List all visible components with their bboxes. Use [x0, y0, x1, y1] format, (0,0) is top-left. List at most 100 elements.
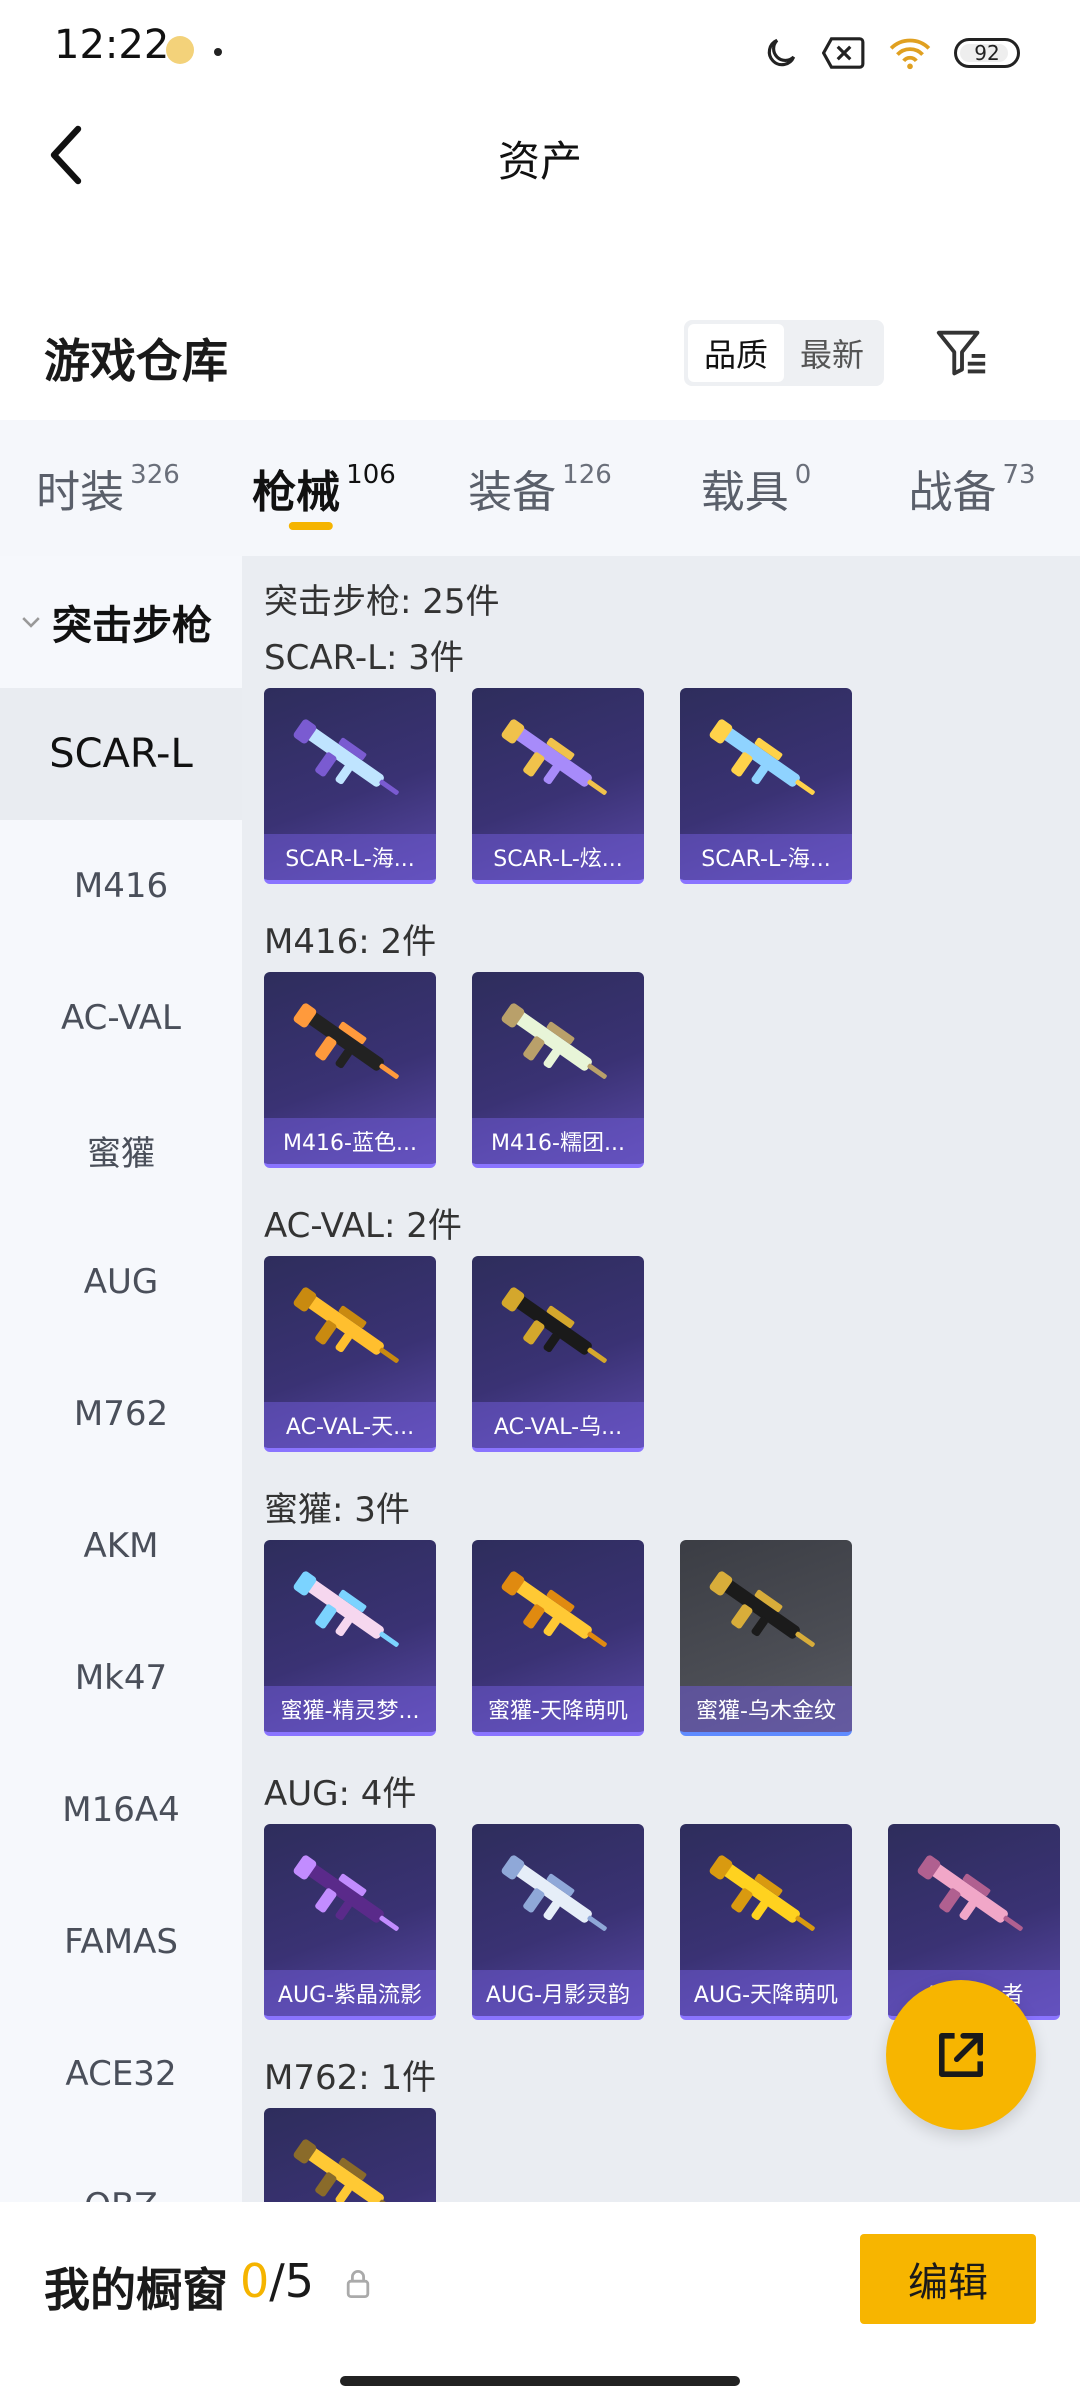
chevron-down-icon [18, 609, 44, 635]
sort-option-newest[interactable]: 最新 [784, 324, 880, 382]
tab-active-indicator [288, 522, 333, 530]
weapon-skin-name: M416-蓝色... [264, 1118, 436, 1164]
sidebar-item[interactable]: M16A4 [0, 1744, 242, 1876]
tab-3[interactable]: 载具 0 [648, 420, 864, 556]
rifle-icon [472, 688, 644, 838]
share-external-icon [939, 2033, 983, 2077]
lock-icon [346, 2270, 370, 2298]
sidebar-item[interactable]: QBZ [0, 2140, 242, 2202]
title-bar: 资产 [0, 100, 1080, 210]
rifle-icon [264, 2108, 436, 2202]
tab-count: 326 [130, 460, 180, 490]
weapon-skin-name: AUG-月影灵韵 [472, 1970, 644, 2016]
group-heading: AC-VAL: 2件 [264, 1206, 462, 1246]
weapon-skin-name: 蜜獾-精灵梦... [264, 1686, 436, 1732]
tab-count: 0 [794, 460, 812, 490]
status-time: 12:22 [54, 22, 170, 68]
weapon-skin-card[interactable]: M762-... [264, 2108, 436, 2202]
tab-1[interactable]: 枪械 106 [216, 420, 432, 556]
filter-button[interactable] [930, 322, 994, 386]
rifle-icon [264, 1540, 436, 1690]
sidebar-item[interactable]: Mk47 [0, 1612, 242, 1744]
sidebar-item[interactable]: SCAR-L [0, 688, 242, 820]
rifle-icon [888, 1824, 1060, 1974]
section-title: 突击步枪: 25件 [264, 582, 500, 622]
weapon-skin-name: SCAR-L-海... [680, 834, 852, 880]
sidebar-item[interactable]: ACE32 [0, 2008, 242, 2140]
showcase-label: 我的橱窗 [44, 2263, 228, 2317]
rifle-icon [472, 1540, 644, 1690]
sidebar-item[interactable]: AKM [0, 1480, 242, 1612]
weapon-skin-name: 蜜獾-乌木金纹 [680, 1686, 852, 1732]
weapon-skin-card[interactable]: M416-蓝色... [264, 972, 436, 1168]
filter-list-icon [936, 330, 986, 376]
sidebar-item[interactable]: AUG [0, 1216, 242, 1348]
home-indicator [340, 2376, 740, 2386]
weapon-skin-card[interactable]: SCAR-L-海... [680, 688, 852, 884]
sidebar-group-label: 突击步枪 [52, 603, 212, 649]
sidebar-item[interactable]: AC-VAL [0, 952, 242, 1084]
weapon-skin-card[interactable]: AC-VAL-天... [264, 1256, 436, 1452]
rifle-icon [264, 972, 436, 1122]
weapon-skin-card[interactable]: SCAR-L-海... [264, 688, 436, 884]
showcase-total: /5 [269, 2254, 315, 2308]
moon-icon [767, 38, 796, 67]
edit-button[interactable]: 编辑 [860, 2234, 1036, 2324]
tab-label: 枪械 [252, 467, 341, 518]
rifle-icon [472, 1824, 644, 1974]
rifle-icon [264, 1256, 436, 1406]
showcase-current: 0 [240, 2254, 270, 2308]
weapon-skin-name: SCAR-L-炫... [472, 834, 644, 880]
weapon-skin-card[interactable]: 蜜獾-乌木金纹 [680, 1540, 852, 1736]
group-heading: 蜜獾: 3件 [264, 1490, 410, 1530]
battery-icon: 92 [954, 38, 1020, 68]
tab-2[interactable]: 装备 126 [432, 420, 648, 556]
group-heading: AUG: 4件 [264, 1774, 417, 1814]
sidebar-group-assault-rifles[interactable]: 突击步枪 [0, 556, 242, 688]
rifle-icon [264, 688, 436, 838]
weapon-skin-card[interactable]: AUG-天降萌叽 [680, 1824, 852, 2020]
rifle-icon [472, 1256, 644, 1406]
weapon-type-sidebar: 突击步枪 SCAR-L M416 AC-VAL 蜜獾 AUG M762 AKM Mk47 M16… [0, 556, 242, 2202]
page-title: 资产 [497, 137, 582, 186]
status-icons: 92 [762, 28, 1020, 78]
tab-4[interactable]: 战备 73 [864, 420, 1080, 556]
notification-dot-icon [214, 48, 222, 56]
tab-count: 106 [346, 460, 396, 490]
sidebar-item[interactable]: FAMAS [0, 1876, 242, 2008]
weapon-skin-card[interactable]: SCAR-L-炫... [472, 688, 644, 884]
weapon-skin-card[interactable]: M416-糯团... [472, 972, 644, 1168]
weapon-skin-card[interactable]: AUG-紫晶流影 [264, 1824, 436, 2020]
tab-label: 时装 [36, 467, 125, 518]
group-heading: M762: 1件 [264, 2058, 437, 2098]
weapon-skin-card[interactable]: AUG-月影灵韵 [472, 1824, 644, 2020]
weapon-skin-name: AC-VAL-天... [264, 1402, 436, 1448]
tab-0[interactable]: 时装 326 [0, 420, 216, 556]
weapon-skin-name: M416-糯团... [472, 1118, 644, 1164]
share-button[interactable] [886, 1980, 1036, 2130]
weapon-skin-card[interactable]: 蜜獾-天降萌叽 [472, 1540, 644, 1736]
sort-option-quality[interactable]: 品质 [688, 324, 784, 382]
weapon-skin-card[interactable]: AC-VAL-乌... [472, 1256, 644, 1452]
tab-count: 126 [562, 460, 612, 490]
weapon-skin-name: AC-VAL-乌... [472, 1402, 644, 1448]
sidebar-item[interactable]: M762 [0, 1348, 242, 1480]
sidebar-item[interactable]: M416 [0, 820, 242, 952]
tab-count: 73 [1002, 460, 1036, 490]
warehouse-title: 游戏仓库 [44, 334, 228, 388]
warehouse-header: 游戏仓库 品质 最新 [0, 300, 1080, 410]
group-heading: SCAR-L: 3件 [264, 638, 464, 678]
sim-off-icon [822, 37, 865, 69]
app-notification-icon [166, 36, 194, 64]
rifle-icon [264, 1824, 436, 1974]
category-tabs: 时装 326 枪械 106 装备 126 载具 0 战备 73 [0, 420, 1080, 556]
weapon-skin-name: AUG-紫晶流影 [264, 1970, 436, 2016]
status-bar: 12:22 92 [0, 0, 1080, 100]
rifle-icon [680, 1824, 852, 1974]
wifi-icon [889, 38, 931, 70]
sidebar-item[interactable]: 蜜獾 [0, 1084, 242, 1216]
weapon-skin-card[interactable]: 蜜獾-精灵梦... [264, 1540, 436, 1736]
weapon-skin-name: SCAR-L-海... [264, 834, 436, 880]
rifle-icon [680, 688, 852, 838]
tab-label: 载具 [700, 467, 789, 518]
